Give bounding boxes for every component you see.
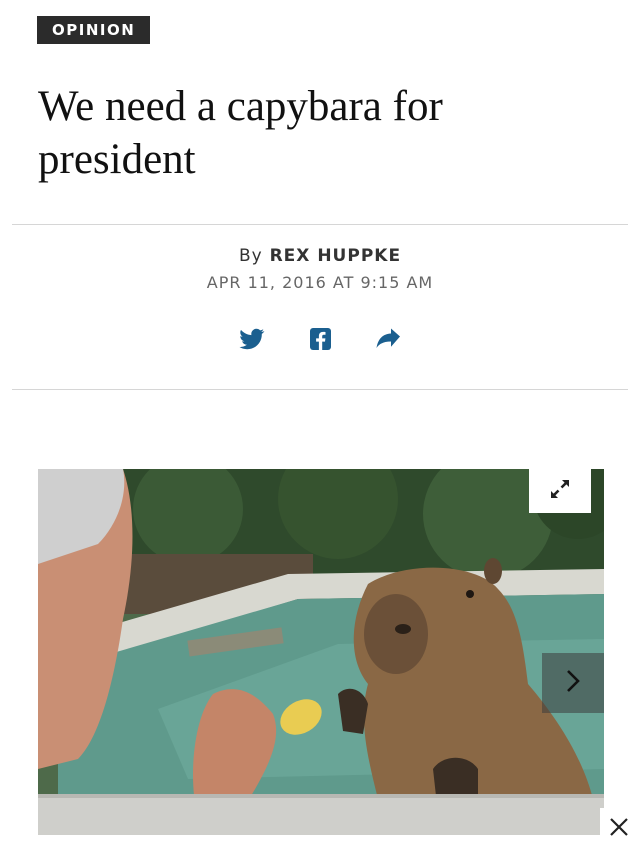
photo-scene [38, 469, 604, 835]
expand-icon [548, 477, 572, 506]
next-photo-button[interactable] [542, 653, 604, 713]
byline: By REX HUPPKE [0, 246, 640, 266]
chevron-right-icon [564, 668, 582, 699]
close-button[interactable] [600, 808, 638, 851]
article-headline: We need a capybara for president [38, 83, 443, 183]
expand-button[interactable] [529, 469, 591, 513]
byline-prefix: By [238, 246, 263, 266]
publish-date: APR 11, 2016 AT 9:15 AM [206, 273, 434, 292]
author-name[interactable]: REX HUPPKE [270, 246, 401, 266]
share-bar [238, 326, 402, 352]
capybara-photo[interactable] [38, 469, 604, 835]
close-icon [608, 816, 630, 843]
divider-top [12, 224, 628, 225]
divider-bottom [12, 389, 628, 390]
section-tag[interactable]: OPINION [37, 16, 151, 44]
share-arrow-icon[interactable] [374, 326, 402, 352]
twitter-icon[interactable] [238, 326, 266, 352]
facebook-icon[interactable] [306, 326, 334, 352]
